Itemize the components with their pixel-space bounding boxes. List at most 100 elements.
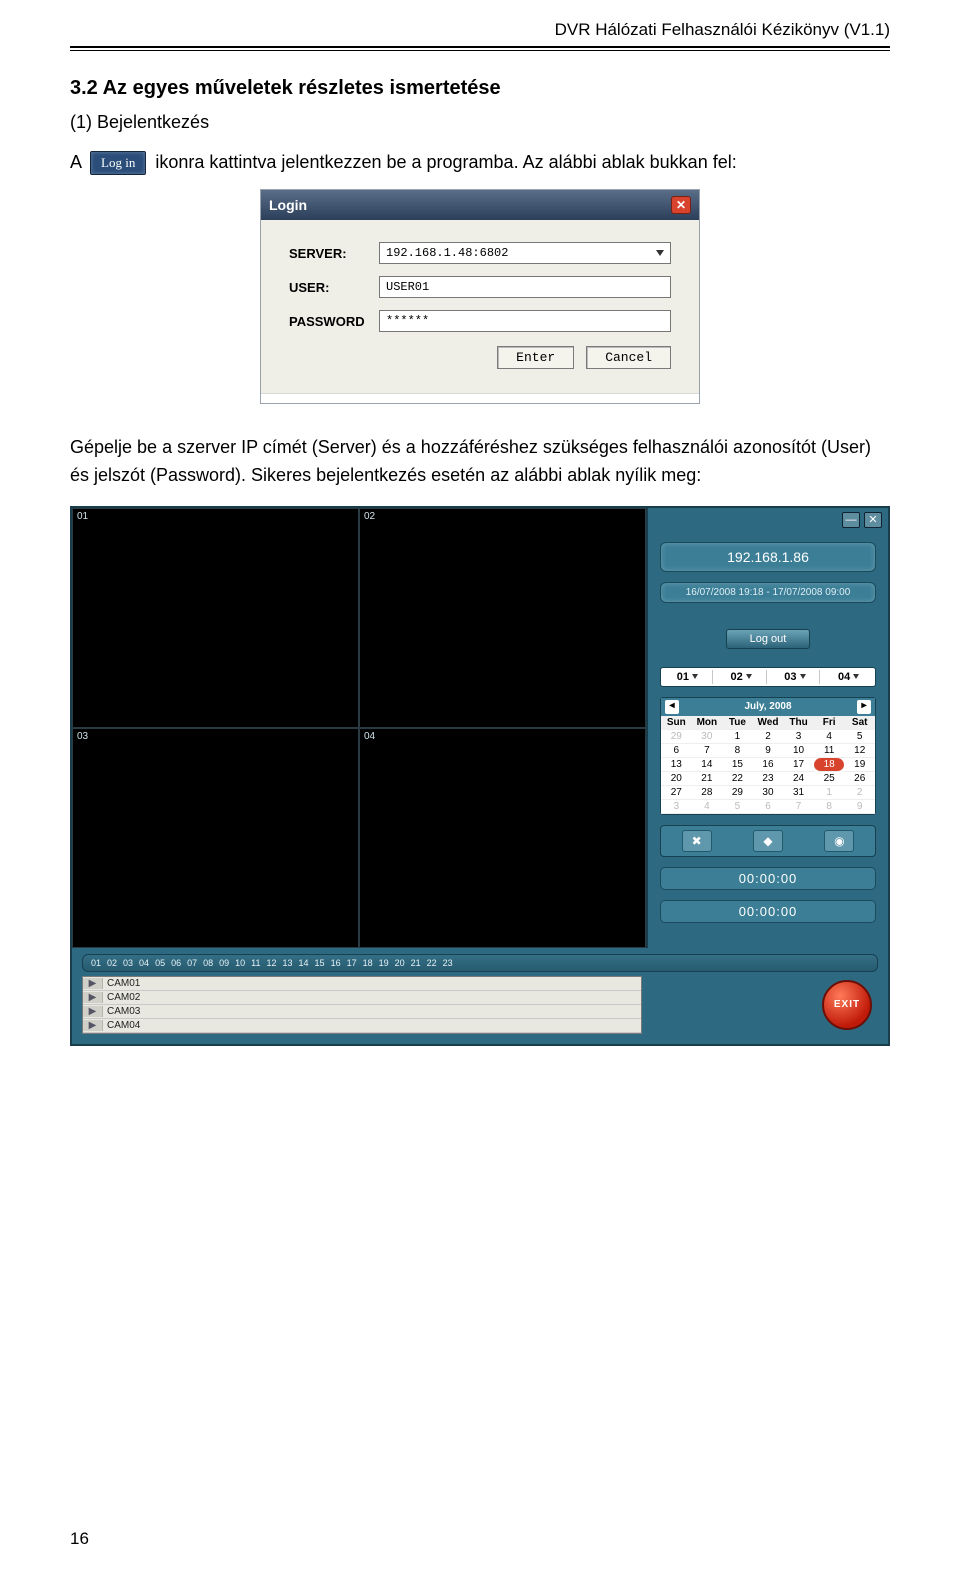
- timeline-tick: 06: [169, 958, 183, 968]
- logout-button[interactable]: Log out: [726, 629, 810, 649]
- calendar-day[interactable]: 22: [722, 772, 753, 786]
- server-row: SERVER: 192.168.1.48:6802: [289, 242, 671, 264]
- calendar-day[interactable]: 30: [692, 730, 723, 744]
- calendar-day[interactable]: 3: [661, 800, 692, 814]
- chevron-down-icon[interactable]: [656, 250, 664, 256]
- calendar-day[interactable]: 3: [783, 730, 814, 744]
- calendar-day[interactable]: 2: [753, 730, 784, 744]
- calendar-day[interactable]: 13: [661, 758, 692, 772]
- calendar-day[interactable]: 14: [692, 758, 723, 772]
- play-small-icon[interactable]: ▶: [83, 1006, 103, 1017]
- camera-name: CAM03: [103, 1006, 140, 1017]
- exit-button[interactable]: EXIT: [822, 980, 872, 1030]
- calendar-day[interactable]: 9: [844, 800, 875, 814]
- calendar-day[interactable]: 15: [722, 758, 753, 772]
- camera-row[interactable]: ▶CAM02: [83, 991, 641, 1005]
- calendar-day[interactable]: 7: [783, 800, 814, 814]
- calendar-day[interactable]: 10: [783, 744, 814, 758]
- calendar-day[interactable]: 27: [661, 786, 692, 800]
- dvr-bottom: 0102030405060708091011121314151617181920…: [72, 948, 888, 1044]
- calendar-dow: Wed: [753, 716, 784, 730]
- calendar-day[interactable]: 24: [783, 772, 814, 786]
- channel-label: 02: [731, 671, 743, 683]
- calendar-day[interactable]: 17: [783, 758, 814, 772]
- video-cell-02[interactable]: 02: [359, 508, 646, 728]
- user-input[interactable]: USER01: [379, 276, 671, 298]
- timeline-tick: 05: [153, 958, 167, 968]
- calendar-day[interactable]: 8: [814, 800, 845, 814]
- video-cell-04[interactable]: 04: [359, 728, 646, 948]
- calendar-day[interactable]: 16: [753, 758, 784, 772]
- page-header: DVR Hálózati Felhasználói Kézikönyv (V1.…: [70, 20, 890, 46]
- calendar-day[interactable]: 7: [692, 744, 723, 758]
- snapshot-icon[interactable]: ◉: [824, 830, 854, 852]
- calendar-day[interactable]: 25: [814, 772, 845, 786]
- timeline-tick: 10: [233, 958, 247, 968]
- channel-04[interactable]: 04: [824, 670, 873, 684]
- calendar-next-icon[interactable]: ▸: [857, 700, 871, 714]
- calendar-day[interactable]: 28: [692, 786, 723, 800]
- timer-1: 00:00:00: [660, 867, 876, 890]
- camera-row[interactable]: ▶CAM01: [83, 977, 641, 991]
- ip-display: 192.168.1.86: [660, 542, 876, 572]
- cell-label: 03: [77, 731, 88, 742]
- channel-02[interactable]: 02: [717, 670, 767, 684]
- timer-2: 00:00:00: [660, 900, 876, 923]
- play-small-icon[interactable]: ▶: [83, 978, 103, 989]
- calendar-day[interactable]: 2: [844, 786, 875, 800]
- calendar-day[interactable]: 9: [753, 744, 784, 758]
- calendar-day[interactable]: 6: [661, 744, 692, 758]
- close-icon[interactable]: ✕: [671, 196, 691, 214]
- action-icon-bar: ✖ ◆ ◉: [660, 825, 876, 857]
- calendar-day[interactable]: 26: [844, 772, 875, 786]
- timeline-tick: 13: [281, 958, 295, 968]
- timeline-tick: 14: [297, 958, 311, 968]
- login-footer-strip: [261, 393, 699, 403]
- minimize-icon[interactable]: —: [842, 512, 860, 528]
- calendar-day[interactable]: 30: [753, 786, 784, 800]
- calendar-day[interactable]: 5: [722, 800, 753, 814]
- camera-row[interactable]: ▶CAM04: [83, 1019, 641, 1033]
- timeline-tick: 23: [441, 958, 455, 968]
- calendar-day[interactable]: 12: [844, 744, 875, 758]
- play-small-icon[interactable]: ▶: [83, 992, 103, 1003]
- calendar-day[interactable]: 21: [692, 772, 723, 786]
- calendar-day[interactable]: 11: [814, 744, 845, 758]
- close-window-icon[interactable]: ✕: [864, 512, 882, 528]
- video-cell-03[interactable]: 03: [72, 728, 359, 948]
- calendar-day[interactable]: 5: [844, 730, 875, 744]
- calendar-day[interactable]: 19: [844, 758, 875, 772]
- calendar-day[interactable]: 20: [661, 772, 692, 786]
- password-input[interactable]: ******: [379, 310, 671, 332]
- cancel-button[interactable]: Cancel: [586, 346, 671, 369]
- video-cell-01[interactable]: 01: [72, 508, 359, 728]
- calendar-day[interactable]: 29: [661, 730, 692, 744]
- calendar-day[interactable]: 4: [814, 730, 845, 744]
- cell-label: 02: [364, 511, 375, 522]
- calendar-day[interactable]: 18: [814, 758, 845, 772]
- calendar-day[interactable]: 31: [783, 786, 814, 800]
- play-small-icon[interactable]: ▶: [83, 1020, 103, 1031]
- camera-row[interactable]: ▶CAM03: [83, 1005, 641, 1019]
- calendar-day[interactable]: 6: [753, 800, 784, 814]
- channel-label: 04: [838, 671, 850, 683]
- calendar-day[interactable]: 8: [722, 744, 753, 758]
- channel-03[interactable]: 03: [771, 670, 821, 684]
- timeline-ruler[interactable]: 0102030405060708091011121314151617181920…: [82, 954, 878, 972]
- calendar-day[interactable]: 1: [814, 786, 845, 800]
- server-input[interactable]: 192.168.1.48:6802: [379, 242, 671, 264]
- play-icon[interactable]: ◆: [753, 830, 783, 852]
- calendar-day[interactable]: 23: [753, 772, 784, 786]
- calendar-prev-icon[interactable]: ◂: [665, 700, 679, 714]
- timeline-tick: 11: [249, 958, 262, 968]
- channel-01[interactable]: 01: [663, 670, 713, 684]
- calendar-day[interactable]: 4: [692, 800, 723, 814]
- lead-prefix: A: [70, 152, 81, 172]
- timeline-tick: 04: [137, 958, 151, 968]
- delete-icon[interactable]: ✖: [682, 830, 712, 852]
- enter-button[interactable]: Enter: [497, 346, 574, 369]
- calendar-day[interactable]: 29: [722, 786, 753, 800]
- timeline-tick: 12: [265, 958, 279, 968]
- calendar-dow: Thu: [783, 716, 814, 730]
- calendar-day[interactable]: 1: [722, 730, 753, 744]
